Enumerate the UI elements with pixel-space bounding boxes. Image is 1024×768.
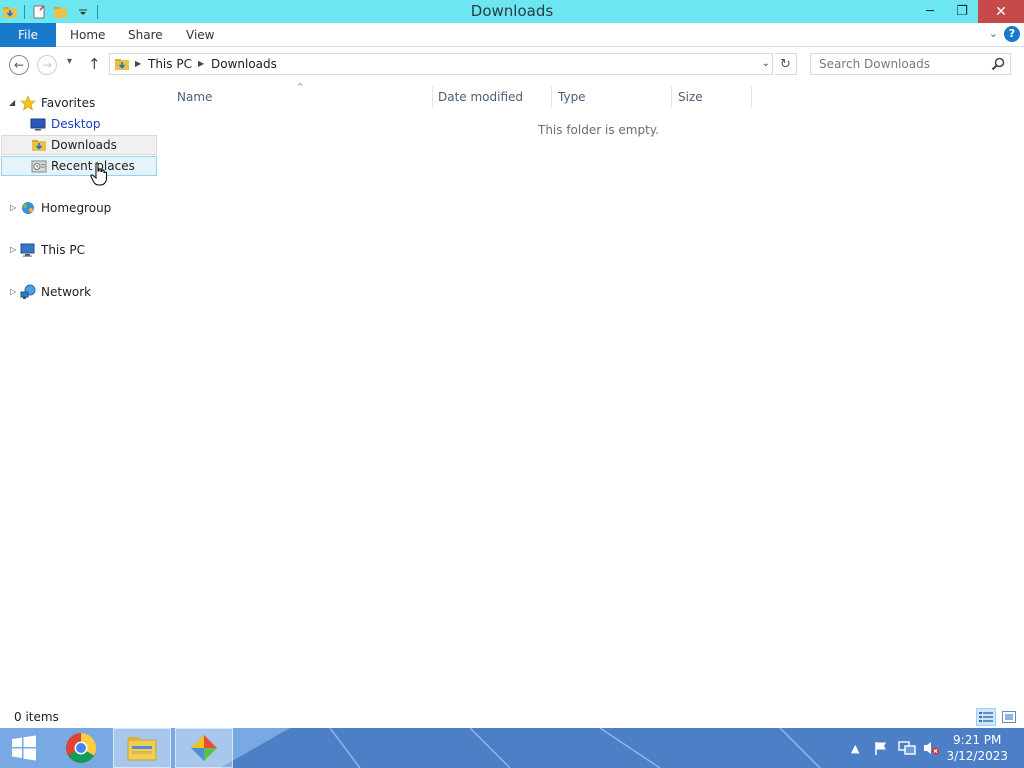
details-view-button[interactable] xyxy=(976,708,996,726)
tab-file[interactable]: File xyxy=(0,23,56,47)
status-bar: 0 items xyxy=(0,706,1024,728)
windows-logo-icon xyxy=(12,735,36,761)
forward-button[interactable]: → xyxy=(37,55,57,75)
address-bar[interactable]: ▶ This PC ▶ Downloads ⌄ xyxy=(109,53,773,75)
close-button[interactable]: ✕ xyxy=(978,0,1024,23)
collapsed-arrow-icon[interactable]: ▷ xyxy=(10,240,16,260)
tab-share[interactable]: Share xyxy=(128,23,163,47)
title-bar: Downloads ─ ❐ ✕ xyxy=(0,0,1024,23)
tab-home[interactable]: Home xyxy=(70,23,105,47)
star-icon xyxy=(20,95,36,111)
navigation-pane: ◢ Favorites Desktop Downloads Recent pla… xyxy=(0,82,158,706)
tree-this-pc[interactable]: ▷ This PC xyxy=(0,240,158,260)
tab-view[interactable]: View xyxy=(186,23,214,47)
breadcrumb-this-pc[interactable]: This PC xyxy=(148,54,192,74)
downloads-folder-icon xyxy=(114,56,130,72)
sort-ascending-icon: ^ xyxy=(297,82,304,91)
downloads-folder-icon xyxy=(31,137,47,153)
collapsed-arrow-icon[interactable]: ▷ xyxy=(10,282,16,302)
tree-label: Network xyxy=(41,285,92,299)
chrome-icon xyxy=(66,733,97,763)
large-icons-view-button[interactable] xyxy=(999,708,1019,726)
computer-icon xyxy=(20,242,36,258)
navigation-bar: ← → ▾ ↑ ▶ This PC ▶ Downloads ⌄ ↻ xyxy=(0,48,1024,82)
column-header-date-modified[interactable]: Date modified xyxy=(438,87,523,107)
window-title: Downloads xyxy=(470,2,554,20)
empty-folder-message: This folder is empty. xyxy=(538,123,659,137)
taskbar-chrome[interactable] xyxy=(52,728,110,768)
column-divider[interactable] xyxy=(671,86,672,108)
recent-places-icon xyxy=(31,158,47,174)
item-count: 0 items xyxy=(14,710,59,724)
clock-date: 3/12/2023 xyxy=(946,749,1008,763)
breadcrumb-separator[interactable]: ▶ xyxy=(198,54,204,74)
column-header-name[interactable]: Name xyxy=(177,87,212,107)
desktop-icon xyxy=(30,116,46,132)
restore-button[interactable]: ❐ xyxy=(946,0,978,23)
taskbar-app[interactable] xyxy=(175,728,233,768)
tree-label: Homegroup xyxy=(41,201,112,215)
window-controls: ─ ❐ ✕ xyxy=(914,0,1024,23)
clock-time: 9:21 PM xyxy=(953,733,1002,747)
show-hidden-icons-button[interactable]: ▲ xyxy=(851,728,859,768)
tree-label: Desktop xyxy=(51,117,101,131)
expand-ribbon-icon[interactable]: ⌄ xyxy=(989,27,998,40)
action-center-flag-icon[interactable] xyxy=(873,728,889,768)
search-box[interactable] xyxy=(810,53,1011,75)
tree-item-desktop[interactable]: Desktop xyxy=(0,114,158,134)
tree-network[interactable]: ▷ Network xyxy=(0,282,158,302)
help-icon[interactable]: ? xyxy=(1004,26,1020,42)
network-status-icon[interactable] xyxy=(898,728,916,768)
tree-item-downloads[interactable]: Downloads xyxy=(1,135,157,155)
refresh-button[interactable]: ↻ xyxy=(775,53,797,75)
tree-homegroup[interactable]: ▷ Homegroup xyxy=(0,198,158,218)
up-button[interactable]: ↑ xyxy=(88,55,101,73)
search-icon[interactable] xyxy=(990,56,1006,72)
hand-cursor-icon xyxy=(90,162,107,186)
column-divider[interactable] xyxy=(551,86,552,108)
column-divider[interactable] xyxy=(432,86,433,108)
homegroup-icon xyxy=(20,200,36,216)
volume-muted-icon[interactable] xyxy=(922,728,940,768)
file-list[interactable]: ^ Name Date modified Type Size This fold… xyxy=(158,82,1024,706)
collapsed-arrow-icon[interactable]: ▷ xyxy=(10,198,16,218)
breadcrumb-separator[interactable]: ▶ xyxy=(135,54,141,74)
file-explorer-icon xyxy=(127,737,157,761)
address-dropdown-icon[interactable]: ⌄ xyxy=(762,54,770,74)
taskbar: ▲ 9:21 PM 3/12/2023 xyxy=(0,728,1024,768)
tree-label: This PC xyxy=(41,243,85,257)
colorful-app-icon xyxy=(191,735,217,761)
taskbar-file-explorer[interactable] xyxy=(113,728,171,768)
tree-label: Downloads xyxy=(51,138,117,152)
back-button[interactable]: ← xyxy=(9,55,29,75)
search-input[interactable] xyxy=(811,54,981,74)
minimize-button[interactable]: ─ xyxy=(914,0,946,23)
tree-item-recent-places[interactable]: Recent places xyxy=(1,156,157,176)
column-divider[interactable] xyxy=(751,86,752,108)
tree-favorites[interactable]: ◢ Favorites xyxy=(0,93,158,113)
system-clock[interactable]: 9:21 PM 3/12/2023 xyxy=(946,732,1008,764)
column-header-size[interactable]: Size xyxy=(678,87,703,107)
tree-label: Favorites xyxy=(41,96,96,110)
network-icon xyxy=(20,284,36,300)
start-button[interactable] xyxy=(0,728,48,768)
recent-locations-icon[interactable]: ▾ xyxy=(67,56,72,67)
ribbon-tabs: File Home Share View ⌄ ? xyxy=(0,23,1024,47)
column-header-type[interactable]: Type xyxy=(558,87,586,107)
breadcrumb-downloads[interactable]: Downloads xyxy=(211,54,277,74)
expanded-arrow-icon[interactable]: ◢ xyxy=(9,93,15,113)
